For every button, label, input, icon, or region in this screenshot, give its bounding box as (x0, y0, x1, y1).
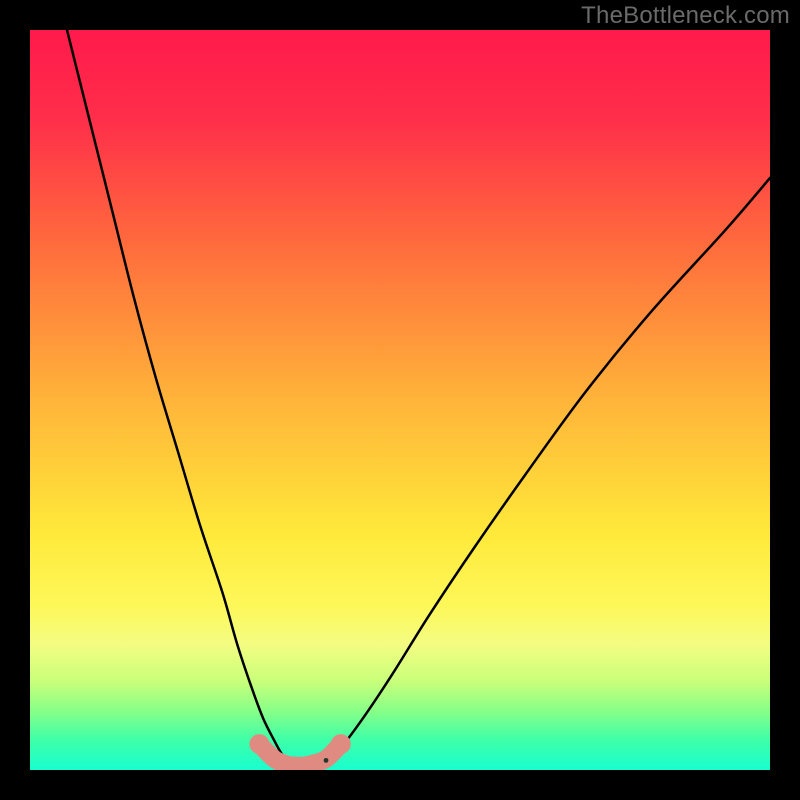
optimal-band-cap-0 (249, 734, 269, 754)
chart-frame: TheBottleneck.com (0, 0, 800, 800)
gradient-background (30, 30, 770, 770)
plot-area (30, 30, 770, 770)
chart-svg (30, 30, 770, 770)
optimal-band-cap-1 (331, 734, 351, 754)
min-point-dot (324, 758, 329, 763)
watermark-text: TheBottleneck.com (581, 2, 790, 30)
